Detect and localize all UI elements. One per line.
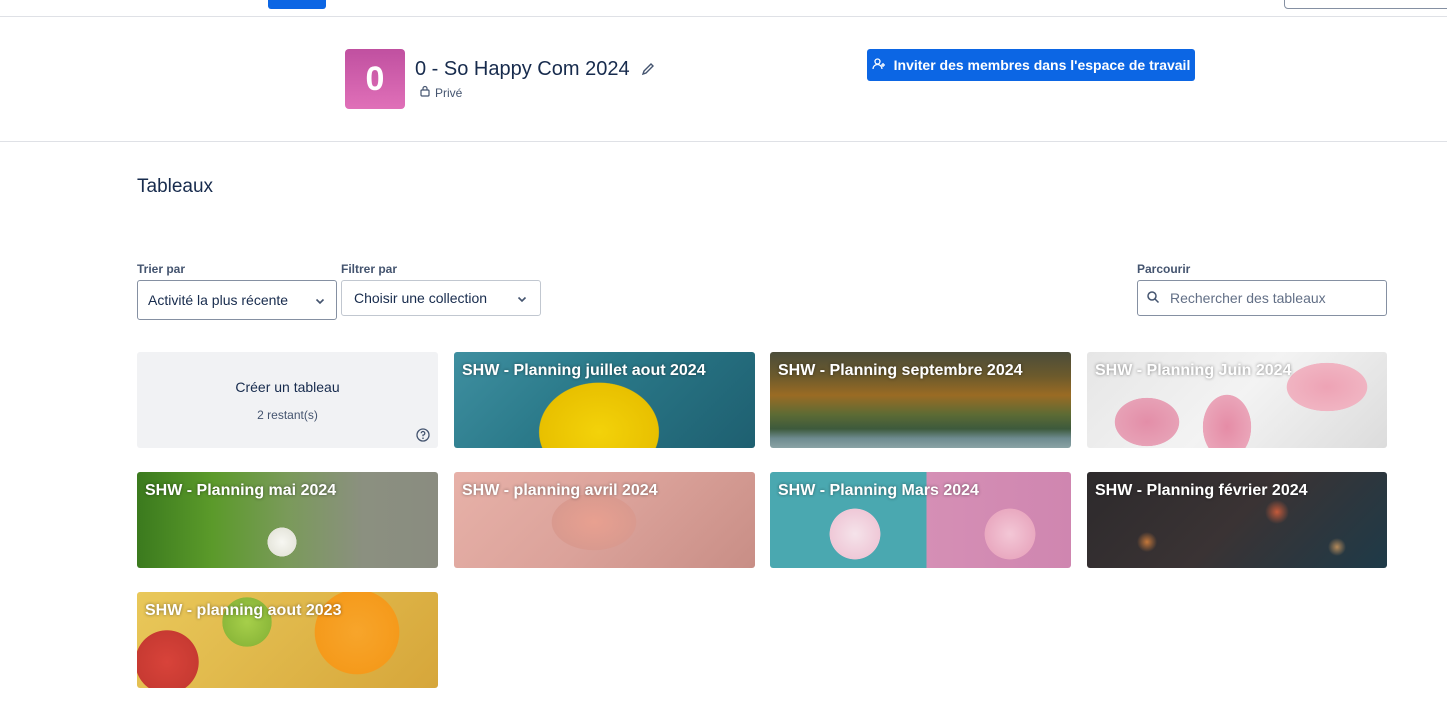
sort-label: Trier par bbox=[137, 262, 186, 276]
create-board-label: Créer un tableau bbox=[235, 379, 340, 395]
boards-section-title: Tableaux bbox=[137, 176, 214, 197]
board-title: SHW - Planning février 2024 bbox=[1095, 482, 1308, 499]
workspace-name: 0 - So Happy Com 2024 bbox=[415, 58, 630, 80]
sort-select[interactable]: Activité la plus récente bbox=[137, 280, 337, 320]
privacy-label: Privé bbox=[435, 85, 463, 100]
board-tile[interactable]: SHW - planning aout 2023 bbox=[137, 592, 438, 688]
browse-label: Parcourir bbox=[1137, 262, 1191, 276]
chevron-down-icon bbox=[314, 294, 326, 306]
top-navigation bbox=[0, 0, 1447, 17]
collection-select[interactable]: Choisir une collection bbox=[341, 280, 541, 316]
board-title: SHW - Planning mai 2024 bbox=[145, 482, 337, 499]
board-tile[interactable]: SHW - Planning septembre 2024 bbox=[770, 352, 1071, 448]
board-title: SHW - planning avril 2024 bbox=[462, 482, 658, 499]
add-user-icon bbox=[871, 57, 886, 74]
board-title: SHW - planning aout 2023 bbox=[145, 602, 342, 619]
collection-value: Choisir une collection bbox=[354, 290, 488, 306]
help-icon[interactable] bbox=[416, 428, 430, 442]
board-search-input[interactable] bbox=[1170, 290, 1370, 306]
workspace-avatar: 0 bbox=[345, 49, 405, 109]
pencil-icon[interactable] bbox=[640, 61, 656, 77]
board-tile[interactable]: SHW - Planning juillet aout 2024 bbox=[454, 352, 755, 448]
board-tile[interactable]: SHW - Planning mai 2024 bbox=[137, 472, 438, 568]
remaining-count: 2 restant(s) bbox=[257, 408, 318, 422]
create-board-tile[interactable]: Créer un tableau 2 restant(s) bbox=[137, 352, 438, 448]
chevron-down-icon bbox=[516, 292, 528, 304]
global-search-input[interactable] bbox=[1284, 0, 1447, 9]
filter-label: Filtrer par bbox=[341, 262, 398, 276]
board-tile[interactable]: SHW - planning avril 2024 bbox=[454, 472, 755, 568]
invite-label: Inviter des membres dans l'espace de tra… bbox=[893, 57, 1191, 73]
board-tile[interactable]: SHW - Planning Juin 2024 bbox=[1087, 352, 1387, 448]
board-title: SHW - Planning Juin 2024 bbox=[1095, 362, 1292, 379]
lock-icon bbox=[419, 85, 431, 100]
invite-members-button[interactable]: Inviter des membres dans l'espace de tra… bbox=[867, 49, 1195, 81]
board-tile[interactable]: SHW - Planning février 2024 bbox=[1087, 472, 1387, 568]
board-search[interactable] bbox=[1137, 280, 1387, 316]
board-title: SHW - Planning juillet aout 2024 bbox=[462, 362, 706, 379]
workspace-header: 0 0 - So Happy Com 2024 Privé Inviter de… bbox=[0, 17, 1447, 142]
board-tile[interactable]: SHW - Planning Mars 2024 bbox=[770, 472, 1071, 568]
sort-value: Activité la plus récente bbox=[148, 292, 289, 308]
board-title: SHW - Planning septembre 2024 bbox=[778, 362, 1023, 379]
board-title: SHW - Planning Mars 2024 bbox=[778, 482, 979, 499]
workspace-privacy: Privé bbox=[419, 85, 462, 100]
create-button[interactable] bbox=[268, 0, 326, 9]
search-icon bbox=[1146, 290, 1160, 307]
